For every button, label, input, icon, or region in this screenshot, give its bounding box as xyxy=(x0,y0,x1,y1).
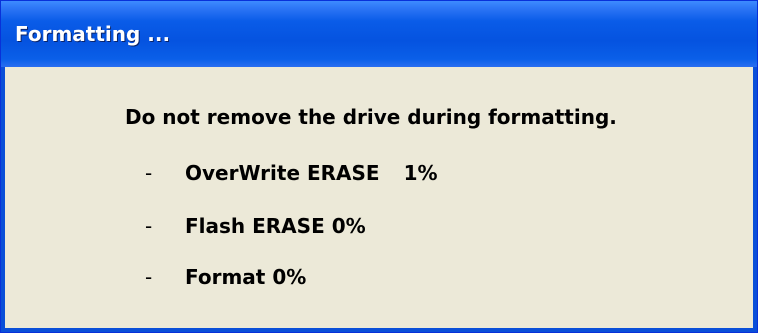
step-dash: - xyxy=(145,265,153,289)
step-label: Flash ERASE 0% xyxy=(185,214,366,238)
formatting-dialog: Formatting ... Do not remove the drive d… xyxy=(0,0,758,333)
dialog-body: Do not remove the drive during formattin… xyxy=(5,67,753,328)
step-label: OverWrite ERASE xyxy=(185,161,380,185)
step-percent: 1% xyxy=(403,161,438,185)
step-dash: - xyxy=(145,161,153,185)
step-overwrite-erase: - OverWrite ERASE 1% xyxy=(145,161,438,185)
step-format: - Format 0% xyxy=(145,265,306,289)
step-dash: - xyxy=(145,214,153,238)
step-flash-erase: - Flash ERASE 0% xyxy=(145,214,366,238)
step-label: Format 0% xyxy=(185,265,307,289)
title-bar[interactable]: Formatting ... xyxy=(1,1,757,67)
window-title: Formatting ... xyxy=(15,22,171,46)
warning-message: Do not remove the drive during formattin… xyxy=(125,105,617,129)
